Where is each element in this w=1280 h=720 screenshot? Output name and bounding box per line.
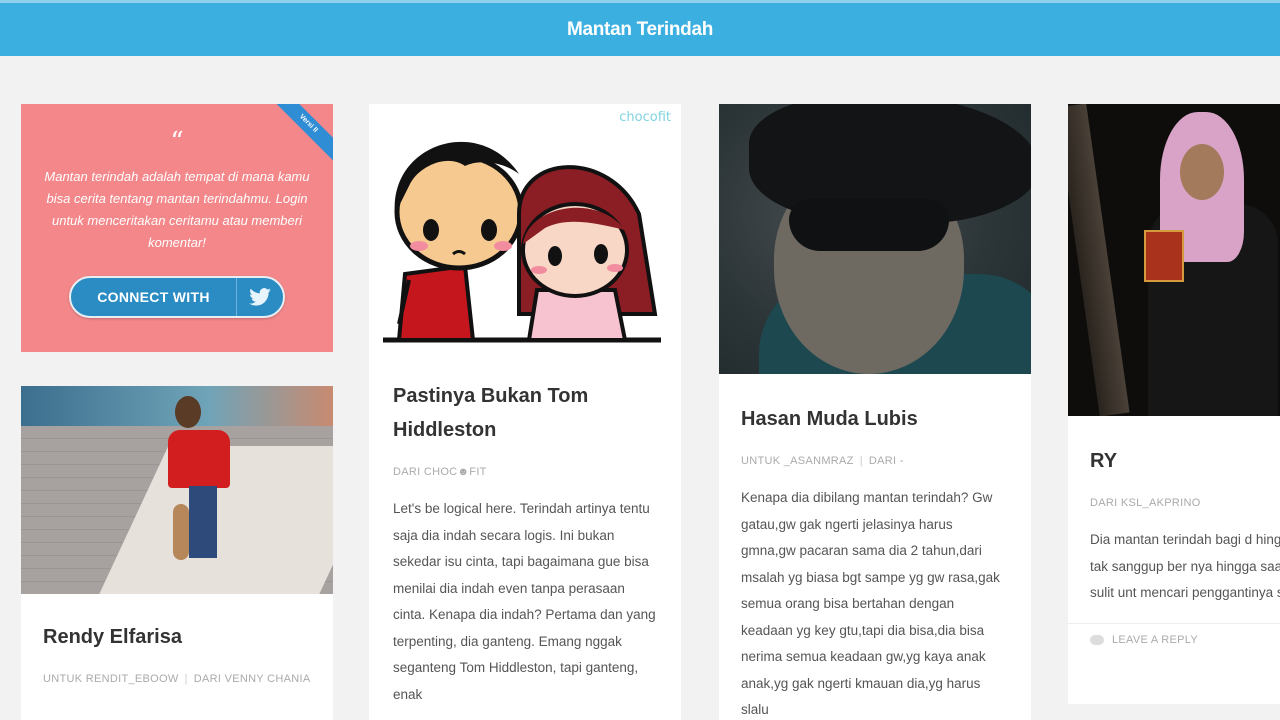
connect-with-twitter-button[interactable]: CONNECT WITH	[69, 276, 285, 318]
post-card-ry[interactable]: RY DARI KSL_AKPRINO Dia mantan terindah …	[1068, 104, 1280, 704]
post-excerpt: Let's be logical here. Terindah artinya …	[393, 501, 656, 702]
post-excerpt: Kenapa dia dibilang mantan terindah? Gw …	[741, 490, 1000, 717]
meta-untuk[interactable]: UNTUK _ASANMRAZ	[741, 455, 854, 467]
site-title-link[interactable]: Mantan Terindah	[0, 3, 1280, 57]
post-meta: DARI KSL_AKPRINO	[1090, 494, 1276, 513]
twitter-icon	[237, 278, 283, 316]
post-image[interactable]	[21, 386, 333, 594]
comment-icon	[1090, 634, 1104, 645]
meta-dari[interactable]: DARI VENNY CHANIA	[194, 673, 311, 685]
post-image[interactable]	[1068, 104, 1280, 416]
leave-reply-label: LEAVE A REPLY	[1112, 633, 1199, 646]
post-meta: DARI CHOC☻FIT	[393, 463, 657, 482]
meta-dari[interactable]: DARI KSL_AKPRINO	[1090, 497, 1201, 509]
post-title-link[interactable]: RY	[1090, 444, 1276, 478]
post-meta: UNTUK _ASANMRAZ | DARI -	[741, 455, 904, 467]
intro-text: Mantan terindah adalah tempat di mana ka…	[44, 169, 310, 250]
meta-dari: DARI -	[868, 455, 904, 467]
meta-untuk[interactable]: UNTUK RENDIT_EBOOW	[43, 673, 179, 685]
cartoon-couple-illustration	[383, 141, 661, 343]
post-title-link[interactable]: Rendy Elfarisa	[43, 620, 311, 654]
post-title-link[interactable]: Hasan Muda Lubis	[741, 402, 1009, 436]
post-card-hasan[interactable]: Hasan Muda Lubis UNTUK _ASANMRAZ | DARI - …	[719, 104, 1031, 720]
post-excerpt: Dia mantan terindah bagi d hingga aku ta…	[1090, 532, 1280, 600]
top-bar: Mantan Terindah	[0, 0, 1280, 56]
post-card-rendy[interactable]: Rendy Elfarisa UNTUK RENDIT_EBOOW | DARI V…	[21, 386, 333, 720]
post-image[interactable]	[719, 104, 1031, 374]
quote-icon: “	[170, 127, 184, 157]
post-title-link[interactable]: Pastinya Bukan Tom Hiddleston	[393, 379, 657, 447]
chocofit-watermark: chocofit	[619, 110, 671, 125]
leave-reply-link[interactable]: LEAVE A REPLY	[1068, 624, 1280, 656]
meta-dari[interactable]: DARI CHOC☻FIT	[393, 466, 487, 478]
post-meta: UNTUK RENDIT_EBOOW | DARI VENNY CHANIA	[43, 673, 311, 685]
intro-card: Versi II “ Mantan terindah adalah tempat…	[21, 104, 333, 352]
post-card-tom-hiddleston[interactable]: chocofit Pastinya Bukan Tom Hiddleston D…	[369, 104, 681, 720]
connect-button-label: CONNECT WITH	[71, 278, 237, 316]
post-image[interactable]: chocofit	[369, 104, 681, 351]
